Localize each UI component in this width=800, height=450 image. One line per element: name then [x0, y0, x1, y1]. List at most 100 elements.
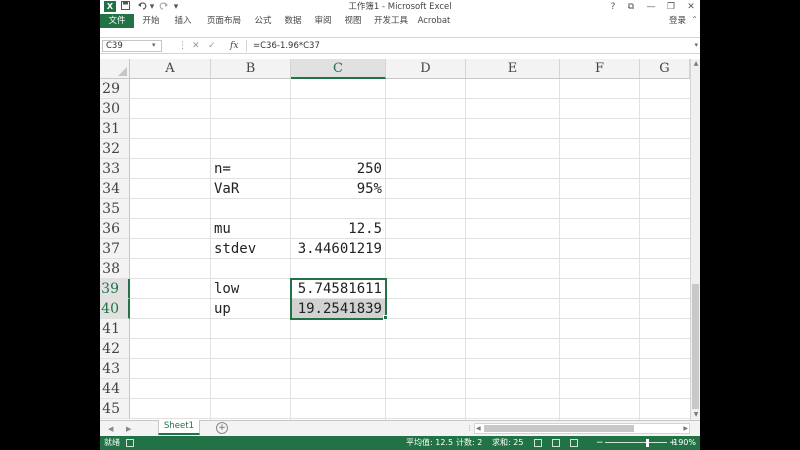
login-link[interactable]: 登录	[669, 14, 686, 28]
restore-icon[interactable]: ❐	[662, 0, 680, 14]
horizontal-scrollbar[interactable]: ◀ ▶	[474, 423, 690, 434]
gridline	[559, 79, 560, 420]
tab-split-handle-icon[interactable]: ⋮	[466, 424, 473, 432]
row-header-29[interactable]: 29	[100, 79, 130, 99]
row-header-40[interactable]: 40	[100, 299, 130, 319]
cell-c36[interactable]: 12.5	[291, 219, 385, 239]
row-header-33[interactable]: 33	[100, 159, 130, 179]
status-bar: 就绪 平均值: 12.5 计数: 2 求和: 25 − + 190%	[100, 436, 700, 450]
gridline	[639, 79, 640, 420]
ribbon-collapse-icon[interactable]: ⌃	[691, 15, 698, 24]
enter-icon[interactable]: ✓	[208, 40, 216, 52]
row-header-32[interactable]: 32	[100, 139, 130, 159]
cell-b40[interactable]: up	[211, 299, 290, 319]
gridline	[130, 118, 690, 119]
ribbon-display-icon[interactable]: ⧉	[622, 0, 640, 14]
row-header-44[interactable]: 44	[100, 379, 130, 399]
ribbon-collapsed-area	[100, 28, 700, 38]
scroll-right-icon[interactable]: ▶	[683, 424, 688, 433]
row-header-45[interactable]: 45	[100, 399, 130, 419]
vertical-scroll-thumb[interactable]	[692, 284, 699, 409]
formula-bar: C39 ▾ ⋮ ✕ ✓ fx =C36-1.96*C37 ▾	[100, 38, 700, 54]
formula-input[interactable]: =C36-1.96*C37	[246, 40, 694, 52]
row-header-39[interactable]: 39	[100, 279, 130, 299]
column-header-c[interactable]: C	[291, 59, 386, 79]
column-header-d[interactable]: D	[386, 59, 466, 79]
row-header-38[interactable]: 38	[100, 259, 130, 279]
scroll-up-icon[interactable]: ▲	[691, 59, 700, 69]
gridline	[130, 378, 690, 379]
tab-file[interactable]: 文件	[100, 14, 134, 28]
vertical-scrollbar[interactable]: ▲ ▼	[690, 59, 700, 420]
row-header-36[interactable]: 36	[100, 219, 130, 239]
prev-sheet-icon[interactable]: ◀	[108, 423, 113, 435]
worksheet-grid[interactable]: A B C D E F G 29 30 31 32 33 34 35 36 37…	[100, 59, 690, 420]
tab-review[interactable]: 审阅	[310, 14, 336, 28]
sheet-tab-sheet1[interactable]: Sheet1	[158, 420, 200, 435]
expand-formula-bar-icon[interactable]: ▾	[694, 41, 698, 49]
cell-b33[interactable]: n=	[211, 159, 290, 179]
chevron-down-icon[interactable]: ▾	[152, 41, 156, 49]
add-sheet-button[interactable]: +	[216, 422, 228, 434]
row-header-30[interactable]: 30	[100, 99, 130, 119]
column-header-e[interactable]: E	[466, 59, 560, 79]
gridline	[130, 138, 690, 139]
scroll-down-icon[interactable]: ▼	[691, 410, 700, 420]
cell-b34[interactable]: VaR	[211, 179, 290, 199]
row-header-41[interactable]: 41	[100, 319, 130, 339]
cell-c37[interactable]: 3.44601219	[291, 239, 385, 259]
cell-c34[interactable]: 95%	[291, 179, 385, 199]
tab-acrobat[interactable]: Acrobat	[416, 14, 452, 28]
help-icon[interactable]: ?	[604, 0, 622, 14]
row-header-35[interactable]: 35	[100, 199, 130, 219]
tab-home[interactable]: 开始	[138, 14, 164, 28]
tab-page-layout[interactable]: 页面布局	[202, 14, 246, 28]
tab-insert[interactable]: 插入	[170, 14, 196, 28]
status-sum[interactable]: 求和: 25	[492, 436, 523, 450]
gridline	[130, 98, 690, 99]
normal-view-icon[interactable]	[534, 439, 542, 447]
tab-data[interactable]: 数据	[280, 14, 306, 28]
title-bar: X ▾ ▾ 工作簿1 - Microsoft Excel ? ⧉ — ❐ ✕	[100, 0, 700, 14]
column-header-f[interactable]: F	[560, 59, 640, 79]
drag-handle-icon[interactable]: ⋮	[178, 40, 187, 52]
cell-b37[interactable]: stdev	[211, 239, 290, 259]
row-header-37[interactable]: 37	[100, 239, 130, 259]
select-all-corner[interactable]	[100, 59, 130, 79]
cell-c39[interactable]: 5.74581611	[291, 279, 385, 299]
row-header-42[interactable]: 42	[100, 339, 130, 359]
sheet-tabs-bar: ◀ ▶ Sheet1 + ⋮ ◀ ▶	[100, 420, 700, 436]
zoom-slider-knob[interactable]	[646, 439, 649, 447]
scroll-left-icon[interactable]: ◀	[476, 424, 481, 433]
column-header-b[interactable]: B	[211, 59, 291, 79]
cell-c40[interactable]: 19.2541839	[291, 299, 385, 319]
gridline	[465, 79, 466, 420]
status-average[interactable]: 平均值: 12.5	[406, 436, 453, 450]
cell-b39[interactable]: low	[211, 279, 290, 299]
zoom-out-icon[interactable]: −	[596, 436, 604, 450]
cell-c33[interactable]: 250	[291, 159, 385, 179]
ribbon-tabs: 文件 开始 插入 页面布局 公式 数据 审阅 视图 开发工具 Acrobat 登…	[100, 14, 700, 28]
zoom-slider[interactable]	[605, 442, 667, 443]
tab-formulas[interactable]: 公式	[250, 14, 276, 28]
cancel-icon[interactable]: ✕	[192, 40, 200, 52]
close-icon[interactable]: ✕	[682, 0, 700, 14]
status-ready: 就绪	[104, 438, 120, 447]
column-header-a[interactable]: A	[130, 59, 211, 79]
tab-view[interactable]: 视图	[340, 14, 366, 28]
tab-developer[interactable]: 开发工具	[370, 14, 412, 28]
row-header-34[interactable]: 34	[100, 179, 130, 199]
zoom-level[interactable]: 190%	[673, 436, 696, 450]
insert-function-icon[interactable]: fx	[230, 39, 238, 53]
page-break-view-icon[interactable]	[570, 439, 578, 447]
minimize-icon[interactable]: —	[642, 0, 660, 14]
cell-b36[interactable]: mu	[211, 219, 290, 239]
row-header-31[interactable]: 31	[100, 119, 130, 139]
row-header-43[interactable]: 43	[100, 359, 130, 379]
next-sheet-icon[interactable]: ▶	[126, 423, 131, 435]
status-count[interactable]: 计数: 2	[456, 436, 482, 450]
page-layout-view-icon[interactable]	[552, 439, 560, 447]
macro-record-icon[interactable]	[126, 439, 134, 447]
column-header-g[interactable]: G	[640, 59, 690, 79]
horizontal-scroll-thumb[interactable]	[484, 425, 634, 432]
